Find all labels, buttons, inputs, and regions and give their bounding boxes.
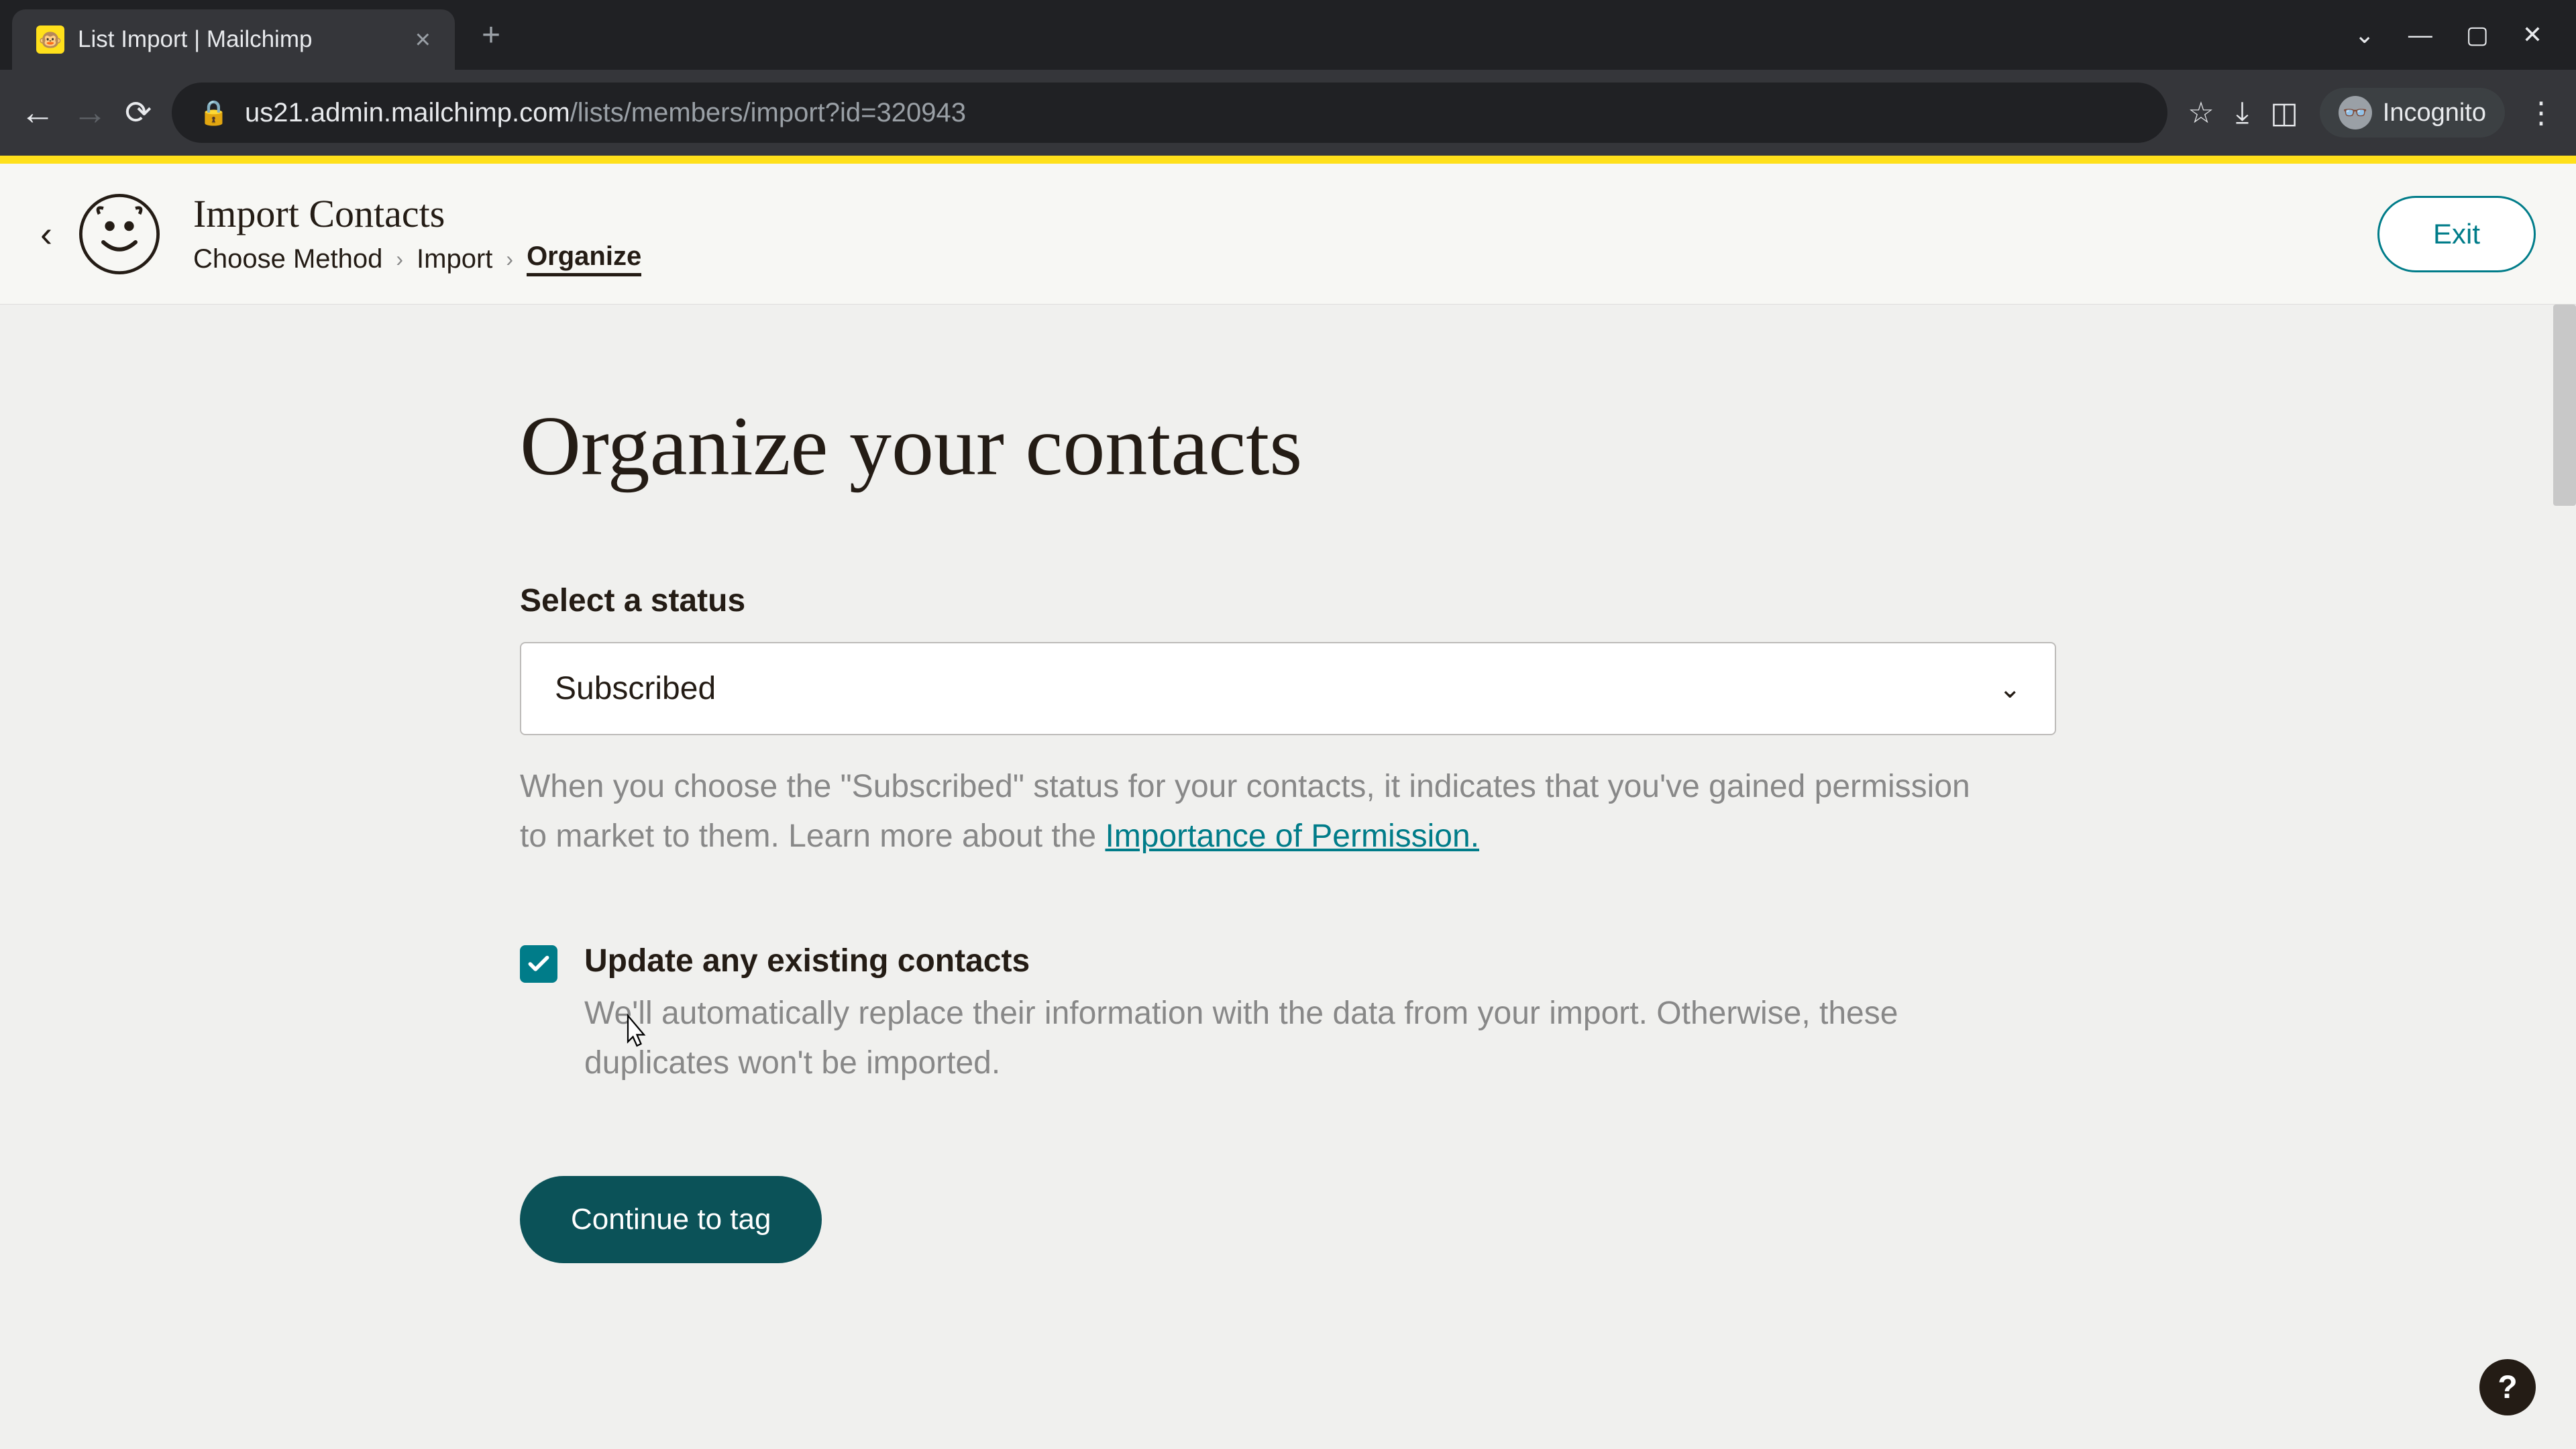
- chevron-down-icon: ⌄: [1998, 674, 2021, 704]
- tab-search-icon[interactable]: ⌄: [2355, 21, 2375, 49]
- close-window-icon[interactable]: ✕: [2522, 21, 2542, 49]
- continue-button[interactable]: Continue to tag: [520, 1176, 822, 1263]
- new-tab-button[interactable]: +: [482, 17, 500, 54]
- breadcrumb-step-1[interactable]: Choose Method: [193, 244, 382, 274]
- chevron-right-icon: ›: [506, 247, 513, 272]
- status-help-text: When you choose the "Subscribed" status …: [520, 762, 1982, 862]
- lock-icon: 🔒: [199, 99, 229, 127]
- help-button[interactable]: ?: [2479, 1359, 2536, 1415]
- mailchimp-favicon: 🐵: [36, 25, 64, 54]
- update-contacts-checkbox[interactable]: [520, 945, 557, 983]
- breadcrumb: Choose Method › Import › Organize: [193, 241, 2377, 276]
- reload-button[interactable]: ⟳: [125, 94, 152, 131]
- back-button[interactable]: ←: [20, 93, 55, 133]
- update-contacts-description: We'll automatically replace their inform…: [584, 989, 2049, 1089]
- update-contacts-row: Update any existing contacts We'll autom…: [520, 943, 2049, 1089]
- side-panel-icon[interactable]: ◫: [2270, 96, 2298, 130]
- checkmark-icon: [526, 951, 551, 977]
- incognito-icon: 👓: [2339, 96, 2372, 129]
- url-input[interactable]: 🔒 us21.admin.mailchimp.com/lists/members…: [172, 83, 2167, 143]
- browser-address-bar: ← → ⟳ 🔒 us21.admin.mailchimp.com/lists/m…: [0, 70, 2576, 156]
- chevron-right-icon: ›: [396, 247, 403, 272]
- downloads-icon[interactable]: ⤓: [2236, 96, 2249, 129]
- scrollbar[interactable]: [2553, 305, 2576, 1449]
- window-controls: ⌄ — ▢ ✕: [2355, 21, 2576, 49]
- permission-link[interactable]: Importance of Permission.: [1105, 818, 1479, 854]
- minimize-icon[interactable]: —: [2408, 21, 2432, 49]
- browser-tab-bar: 🐵 List Import | Mailchimp × + ⌄ — ▢ ✕: [0, 0, 2576, 70]
- breadcrumb-step-2[interactable]: Import: [417, 244, 492, 274]
- browser-tab[interactable]: 🐵 List Import | Mailchimp ×: [12, 9, 455, 70]
- back-chevron-icon[interactable]: ‹: [40, 213, 52, 255]
- forward-button[interactable]: →: [72, 93, 107, 133]
- breadcrumb-step-3: Organize: [527, 241, 641, 276]
- accent-bar: [0, 156, 2576, 164]
- main-content: Organize your contacts Select a status S…: [0, 305, 2576, 1449]
- incognito-badge[interactable]: 👓 Incognito: [2320, 88, 2505, 138]
- close-tab-icon[interactable]: ×: [415, 25, 431, 55]
- tab-title: List Import | Mailchimp: [78, 26, 402, 53]
- status-label: Select a status: [520, 582, 2056, 619]
- url-text: us21.admin.mailchimp.com/lists/members/i…: [245, 98, 966, 128]
- bookmark-icon[interactable]: ☆: [2188, 96, 2214, 130]
- menu-icon[interactable]: ⋮: [2526, 96, 2556, 130]
- update-contacts-label: Update any existing contacts: [584, 943, 2049, 979]
- main-heading: Organize your contacts: [520, 398, 2056, 495]
- mailchimp-logo[interactable]: [79, 194, 160, 274]
- maximize-icon[interactable]: ▢: [2466, 21, 2489, 49]
- status-selected-value: Subscribed: [555, 670, 716, 707]
- exit-button[interactable]: Exit: [2377, 196, 2536, 272]
- status-select[interactable]: Subscribed ⌄: [520, 642, 2056, 735]
- page-title: Import Contacts: [193, 191, 2377, 236]
- app-header: ‹ Import Contacts Choose Method › Import…: [0, 164, 2576, 305]
